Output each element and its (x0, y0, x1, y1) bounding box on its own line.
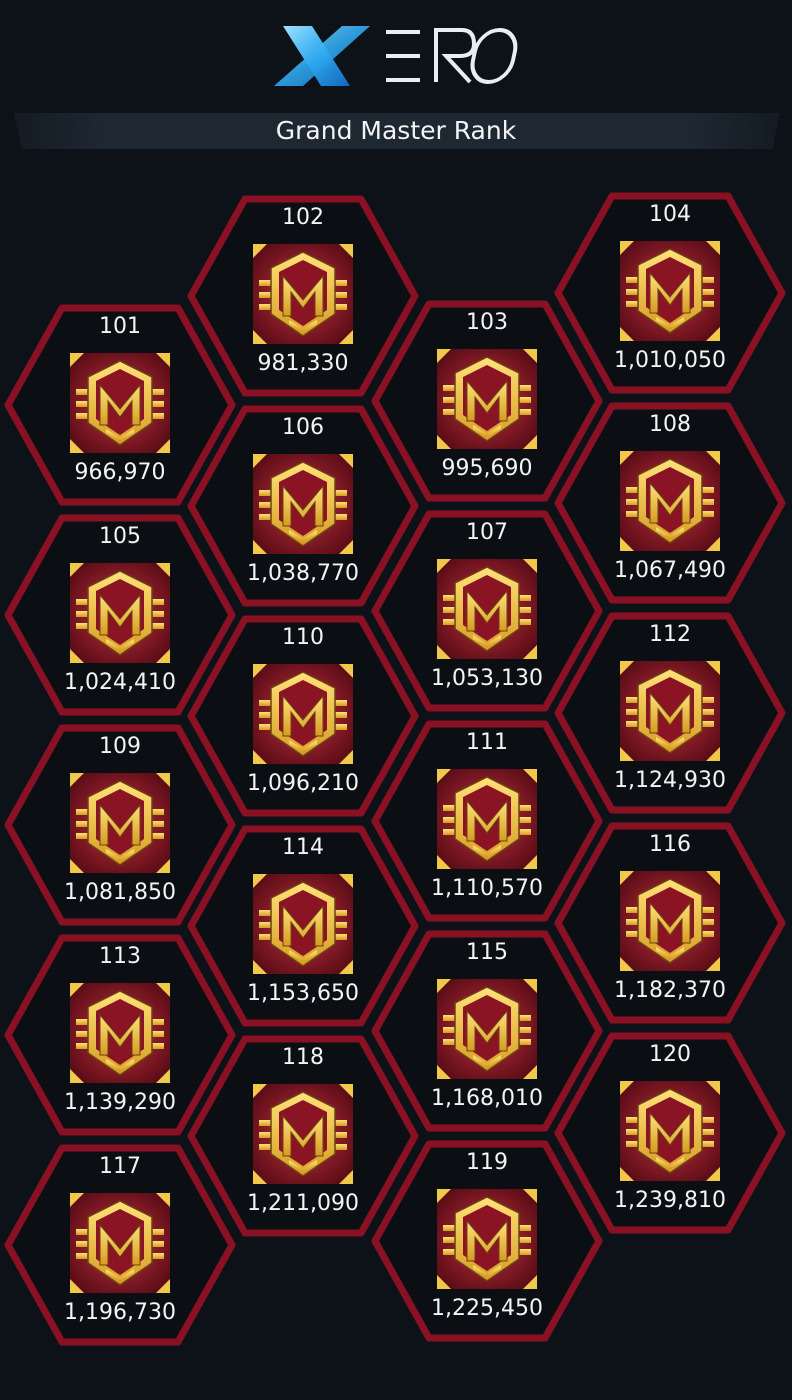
rank-badge (620, 1081, 720, 1181)
rank-badge (437, 559, 537, 659)
rank-badge (437, 769, 537, 869)
rank-points: 1,239,810 (614, 1188, 726, 1213)
rank-badge (70, 563, 170, 663)
rank-number: 106 (282, 415, 324, 440)
grand-master-emblem-icon (620, 1081, 720, 1181)
rank-badge (620, 451, 720, 551)
grand-master-emblem-icon (437, 559, 537, 659)
rank-tile: 108 1,067,490 (550, 398, 790, 608)
rank-badge (253, 1084, 353, 1184)
grand-master-emblem-icon (437, 979, 537, 1079)
rank-badge (253, 244, 353, 344)
rank-number: 102 (282, 205, 324, 230)
rank-badge (70, 773, 170, 873)
rank-points: 1,196,730 (64, 1300, 176, 1325)
rank-points: 1,182,370 (614, 978, 726, 1003)
rank-tile: 104 1,010,050 (550, 188, 790, 398)
grand-master-emblem-icon (253, 1084, 353, 1184)
rank-badge (437, 349, 537, 449)
rank-badge (620, 241, 720, 341)
grand-master-emblem-icon (70, 1193, 170, 1293)
grand-master-emblem-icon (70, 773, 170, 873)
rank-points: 1,225,450 (431, 1296, 543, 1321)
grand-master-emblem-icon (620, 661, 720, 761)
page-title: Grand Master Rank (275, 116, 517, 145)
rank-tile: 112 1,124,930 (550, 608, 790, 818)
rank-number: 120 (649, 1042, 691, 1067)
grand-master-emblem-icon (253, 664, 353, 764)
rank-badge (253, 874, 353, 974)
grand-master-emblem-icon (70, 563, 170, 663)
grand-master-emblem-icon (620, 871, 720, 971)
rank-number: 114 (282, 835, 324, 860)
rank-badge (437, 1189, 537, 1289)
rank-badge (253, 454, 353, 554)
rank-points: 1,010,050 (614, 348, 726, 373)
xero-logo (274, 26, 518, 86)
grand-master-emblem-icon (620, 451, 720, 551)
rank-number: 108 (649, 412, 691, 437)
rank-badge (620, 661, 720, 761)
rank-badge (253, 664, 353, 764)
grand-master-emblem-icon (70, 983, 170, 1083)
rank-badge (620, 871, 720, 971)
rank-badge (70, 983, 170, 1083)
rank-number: 104 (649, 202, 691, 227)
rank-badge (437, 979, 537, 1079)
grand-master-emblem-icon (620, 241, 720, 341)
grand-master-emblem-icon (70, 353, 170, 453)
rank-number: 116 (649, 832, 691, 857)
grand-master-emblem-icon (437, 349, 537, 449)
grand-master-emblem-icon (437, 769, 537, 869)
grand-master-emblem-icon (437, 1189, 537, 1289)
grand-master-emblem-icon (253, 244, 353, 344)
rank-points: 1,124,930 (614, 768, 726, 793)
rank-tile: 116 1,182,370 (550, 818, 790, 1028)
rank-number: 110 (282, 625, 324, 650)
grand-master-emblem-icon (253, 874, 353, 974)
rank-number: 112 (649, 622, 691, 647)
rank-badge (70, 353, 170, 453)
rank-points: 1,067,490 (614, 558, 726, 583)
rank-number: 118 (282, 1045, 324, 1070)
rank-tile: 120 1,239,810 (550, 1028, 790, 1238)
grand-master-emblem-icon (253, 454, 353, 554)
rank-badge (70, 1193, 170, 1293)
